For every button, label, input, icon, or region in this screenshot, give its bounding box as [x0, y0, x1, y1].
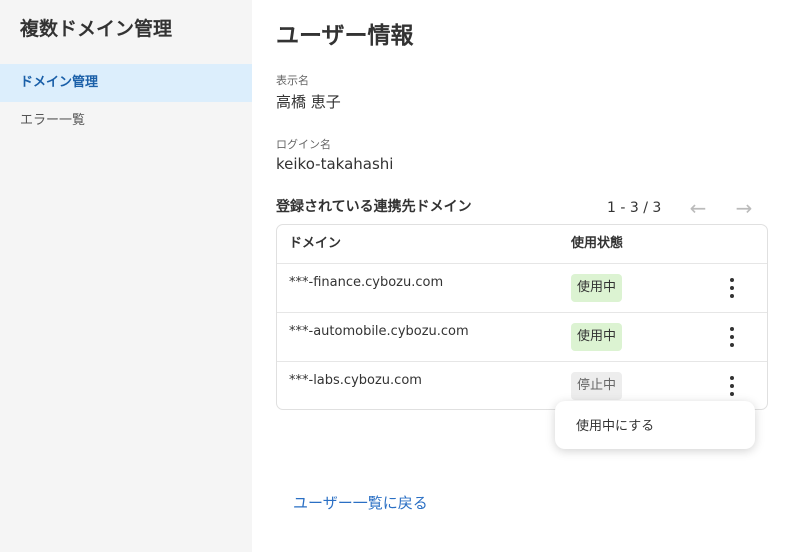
- column-header-status: 使用状態: [571, 236, 624, 251]
- display-name-label: 表示名: [276, 74, 309, 87]
- table-row: ***-finance.cybozu.com 使用中: [277, 263, 767, 312]
- display-name-value: 高橋 恵子: [276, 93, 341, 111]
- sidebar: 複数ドメイン管理 ドメイン管理 エラー一覧: [0, 0, 252, 552]
- arrow-right-icon[interactable]: →: [732, 197, 756, 219]
- back-to-user-list-link[interactable]: ユーザー一覧に戻る: [293, 492, 428, 513]
- column-header-domain: ドメイン: [289, 236, 342, 251]
- status-badge: 使用中: [571, 323, 623, 351]
- domain-cell: ***-automobile.cybozu.com: [289, 324, 469, 339]
- table-row: ***-automobile.cybozu.com 使用中: [277, 312, 767, 361]
- domain-table: ドメイン 使用状態 ***-finance.cybozu.com 使用中 ***…: [276, 224, 768, 410]
- page-title: ユーザー情報: [276, 23, 414, 49]
- status-badge: 使用中: [571, 274, 623, 302]
- more-options-icon[interactable]: [721, 276, 743, 300]
- main-content: ユーザー情報 表示名 高橋 恵子 ログイン名 keiko-takahashi 登…: [276, 0, 768, 552]
- sidebar-item-error-list[interactable]: エラー一覧: [0, 102, 252, 140]
- status-badge: 停止中: [571, 372, 623, 400]
- pagination-count: 1 - 3 / 3: [607, 200, 662, 216]
- arrow-left-icon[interactable]: ←: [686, 197, 710, 219]
- domain-cell: ***-finance.cybozu.com: [289, 275, 444, 290]
- sidebar-item-domain-management[interactable]: ドメイン管理: [0, 64, 252, 102]
- app-title: 複数ドメイン管理: [20, 18, 173, 40]
- row-context-menu: 使用中にする: [555, 401, 755, 449]
- domain-cell: ***-labs.cybozu.com: [289, 373, 422, 388]
- login-name-label: ログイン名: [276, 138, 331, 151]
- more-options-icon[interactable]: [721, 374, 743, 398]
- menu-item-set-active[interactable]: 使用中にする: [576, 415, 654, 434]
- section-title: 登録されている連携先ドメイン: [276, 199, 472, 215]
- more-options-icon[interactable]: [721, 325, 743, 349]
- login-name-value: keiko-takahashi: [276, 155, 394, 173]
